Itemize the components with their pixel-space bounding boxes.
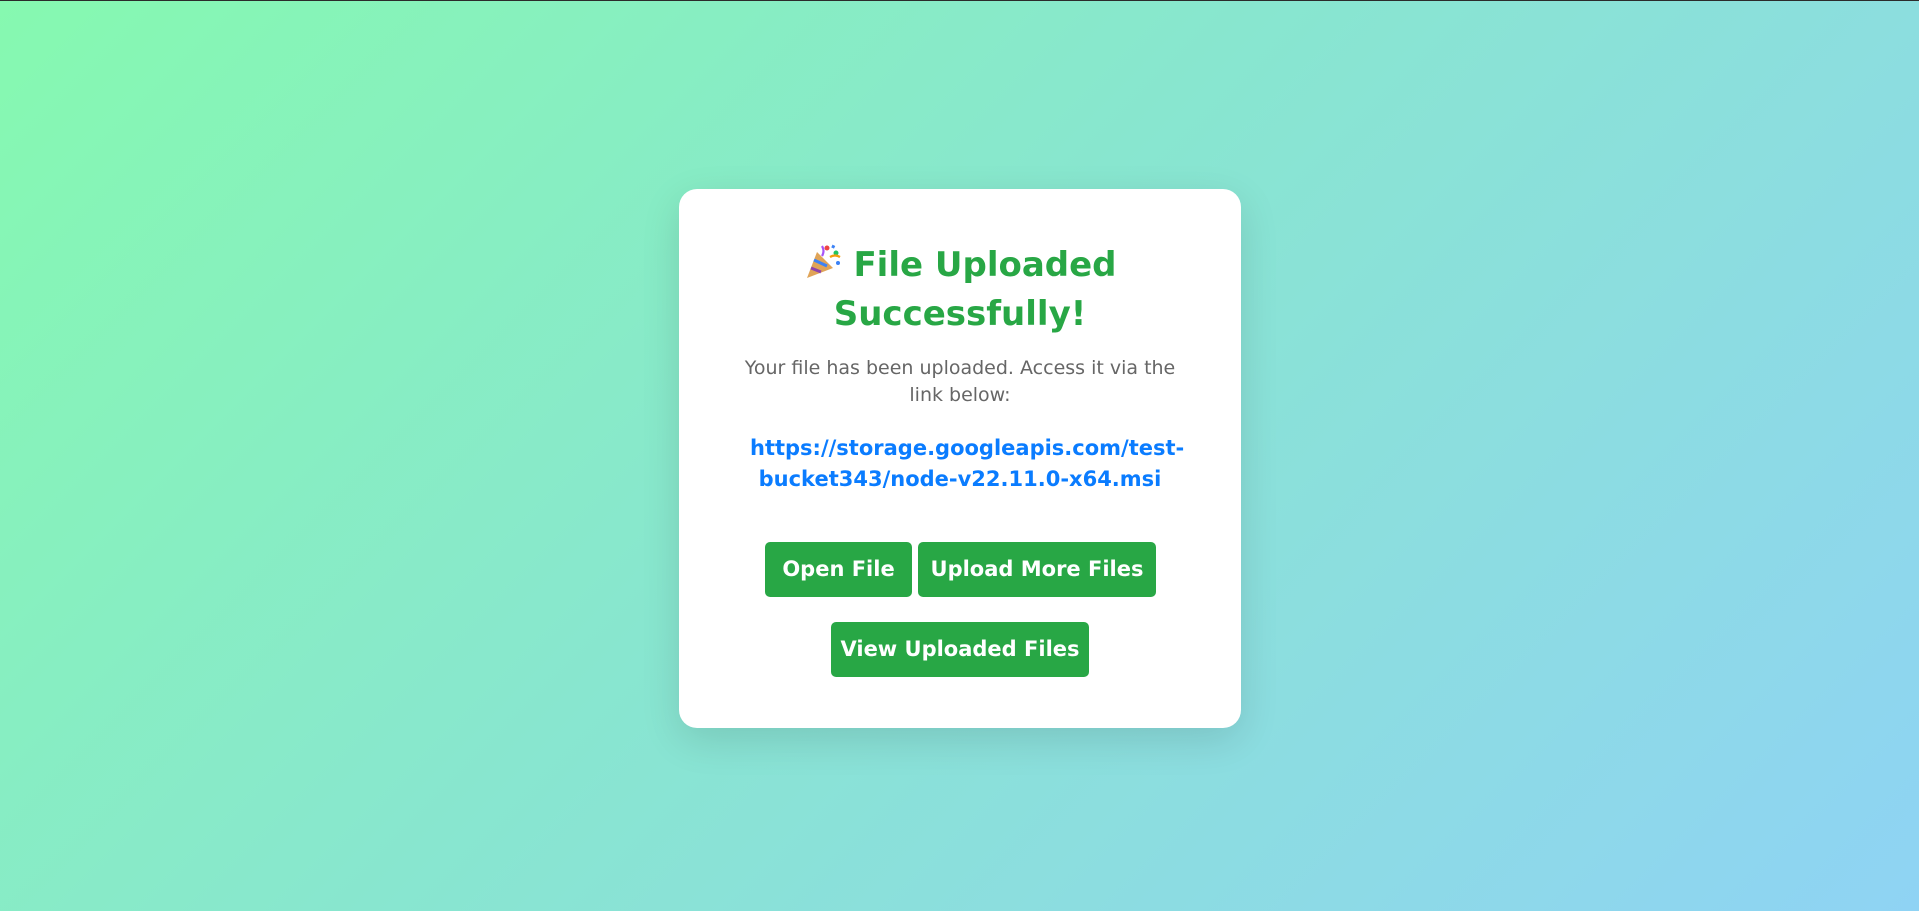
file-url-link[interactable]: https://storage.googleapis.com/test-buck… [750, 433, 1184, 495]
upload-more-files-button[interactable]: Upload More Files [918, 542, 1156, 597]
party-popper-icon [807, 244, 842, 278]
upload-success-card: File Uploaded Successfully! Your file ha… [679, 189, 1241, 728]
upload-message: Your file has been uploaded. Access it v… [744, 357, 1176, 406]
view-uploaded-files-button[interactable]: View Uploaded Files [831, 622, 1089, 677]
page-title: File Uploaded Successfully! [790, 241, 1130, 339]
open-file-button[interactable]: Open File [765, 542, 912, 597]
title-text: File Uploaded Successfully! [833, 245, 1117, 334]
